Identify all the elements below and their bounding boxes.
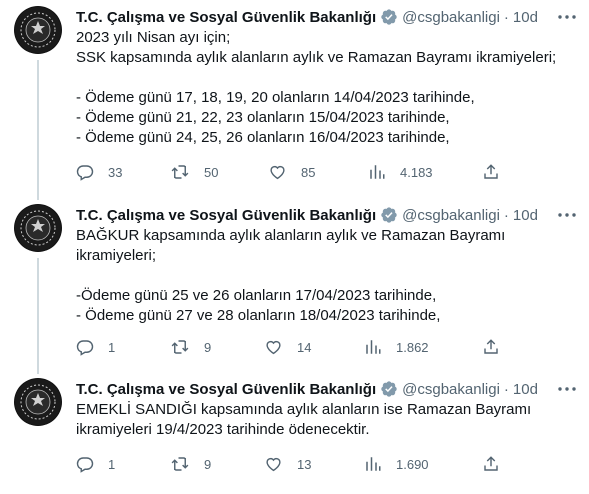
heart-icon [270,165,285,180]
separator-dot: · [503,206,509,224]
like-button[interactable]: 13 [264,453,311,475]
thread-line [37,60,39,200]
reply-button[interactable]: 33 [76,161,122,183]
share-icon [484,164,498,179]
share-icon [484,339,498,354]
tweet-3[interactable]: T.C. Çalışma ve Sosyal Güvenlik Bakanlığ… [0,378,589,488]
reply-button[interactable]: 1 [76,453,115,475]
like-count: 14 [297,339,312,355]
separator-dot: · [503,8,509,26]
retweet-count: 9 [204,456,212,472]
views-count: 1.862 [396,339,429,355]
avatar[interactable] [14,204,62,252]
timestamp[interactable]: 10d [513,207,538,224]
retweet-count: 9 [204,339,212,355]
more-icon[interactable] [557,8,577,26]
share-icon [484,456,498,471]
ministry-logo-icon [15,205,61,251]
more-icon[interactable] [557,380,577,398]
tweet-1[interactable]: T.C. Çalışma ve Sosyal Güvenlik Bakanlığ… [0,6,589,200]
author-handle[interactable]: @csgbakanligi [402,381,500,398]
timestamp[interactable]: 10d [513,9,538,26]
heart-icon [266,457,281,472]
heart-icon [266,340,281,355]
views-button[interactable]: 1.862 [364,336,429,358]
share-button[interactable] [482,453,500,475]
separator-dot: · [503,380,509,398]
views-icon [366,457,381,471]
verified-badge-icon [380,8,398,26]
reply-count: 1 [108,456,116,472]
tweet-text: BAĞKUR kapsamında aylık alanların aylık … [76,227,506,324]
retweet-icon [171,457,189,471]
views-button[interactable]: 1.690 [364,453,429,475]
timestamp[interactable]: 10d [513,381,538,398]
reply-icon [76,340,94,356]
tweet-text: 2023 yılı Nisan ayı için; SSK kapsamında… [76,29,557,146]
retweet-button[interactable]: 50 [170,161,218,183]
like-button[interactable]: 14 [264,336,311,358]
reply-count: 33 [108,164,123,180]
verified-badge-icon [380,380,398,398]
author-handle[interactable]: @csgbakanligi [402,9,500,26]
views-icon [370,165,385,179]
author-name[interactable]: T.C. Çalışma ve Sosyal Güvenlik Bakanlığ… [76,207,376,224]
author-name[interactable]: T.C. Çalışma ve Sosyal Güvenlik Bakanlığ… [76,381,376,398]
author-handle[interactable]: @csgbakanligi [402,207,500,224]
reply-button[interactable]: 1 [76,336,115,358]
tweet-text: EMEKLİ SANDIĞI kapsamında aylık alanları… [76,401,532,438]
views-button[interactable]: 4.183 [368,161,433,183]
ministry-logo-icon [15,379,61,425]
like-count: 85 [301,164,316,180]
like-button[interactable]: 85 [268,161,315,183]
author-name[interactable]: T.C. Çalışma ve Sosyal Güvenlik Bakanlığ… [76,9,376,26]
tweet-2[interactable]: T.C. Çalışma ve Sosyal Güvenlik Bakanlığ… [0,204,589,374]
retweet-count: 50 [204,164,219,180]
retweet-icon [171,340,189,354]
thread-line [37,258,39,374]
share-button[interactable] [482,336,500,358]
more-icon[interactable] [557,206,577,224]
verified-badge-icon [380,206,398,224]
avatar[interactable] [14,378,62,426]
reply-count: 1 [108,339,116,355]
retweet-button[interactable]: 9 [170,336,211,358]
reply-icon [76,457,94,473]
views-count: 4.183 [400,164,433,180]
share-button[interactable] [482,161,500,183]
views-count: 1.690 [396,456,429,472]
avatar[interactable] [14,6,62,54]
views-icon [366,340,381,354]
retweet-icon [171,165,189,179]
reply-icon [76,165,94,181]
like-count: 13 [297,456,312,472]
ministry-logo-icon [15,7,61,53]
retweet-button[interactable]: 9 [170,453,211,475]
